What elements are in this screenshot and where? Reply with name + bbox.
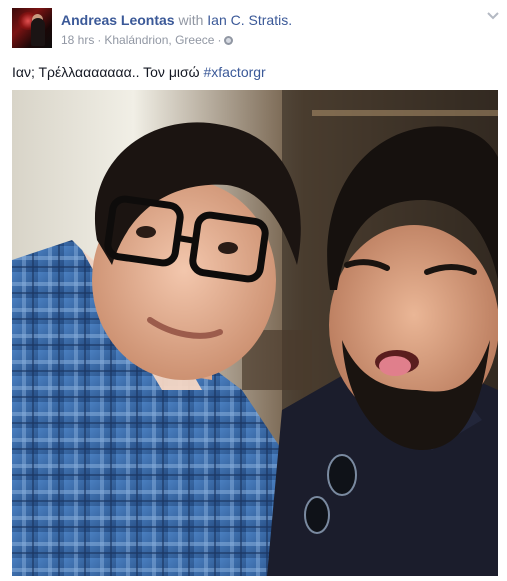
- feed-post: Andreas Leontas with Ian C. Stratis. 18 …: [0, 0, 507, 581]
- post-meta: 18 hrs · Khalándrion, Greece ·: [61, 32, 234, 48]
- author-avatar[interactable]: [12, 8, 52, 48]
- post-message: Ιαν; Τρέλλααααααα.. Τον μισώ #xfactorgr: [12, 63, 266, 81]
- globe-icon[interactable]: [224, 36, 234, 45]
- meta-separator: ·: [97, 33, 102, 47]
- chevron-down-icon[interactable]: [486, 10, 500, 22]
- post-message-text: Ιαν; Τρέλλααααααα.. Τον μισώ: [12, 64, 204, 80]
- tagged-person-link[interactable]: Ian C. Stratis.: [207, 12, 292, 28]
- post-header: Andreas Leontas with Ian C. Stratis.: [61, 11, 292, 29]
- avatar-figure: [31, 18, 45, 46]
- post-photo[interactable]: [12, 90, 498, 576]
- with-text: with: [178, 12, 204, 28]
- author-name-link[interactable]: Andreas Leontas: [61, 12, 175, 28]
- post-location-link[interactable]: Khalándrion, Greece: [104, 33, 214, 47]
- hashtag-link[interactable]: #xfactorgr: [203, 64, 265, 80]
- post-timestamp[interactable]: 18 hrs: [61, 33, 94, 47]
- meta-separator: ·: [217, 33, 222, 47]
- selfie-image: [12, 90, 498, 576]
